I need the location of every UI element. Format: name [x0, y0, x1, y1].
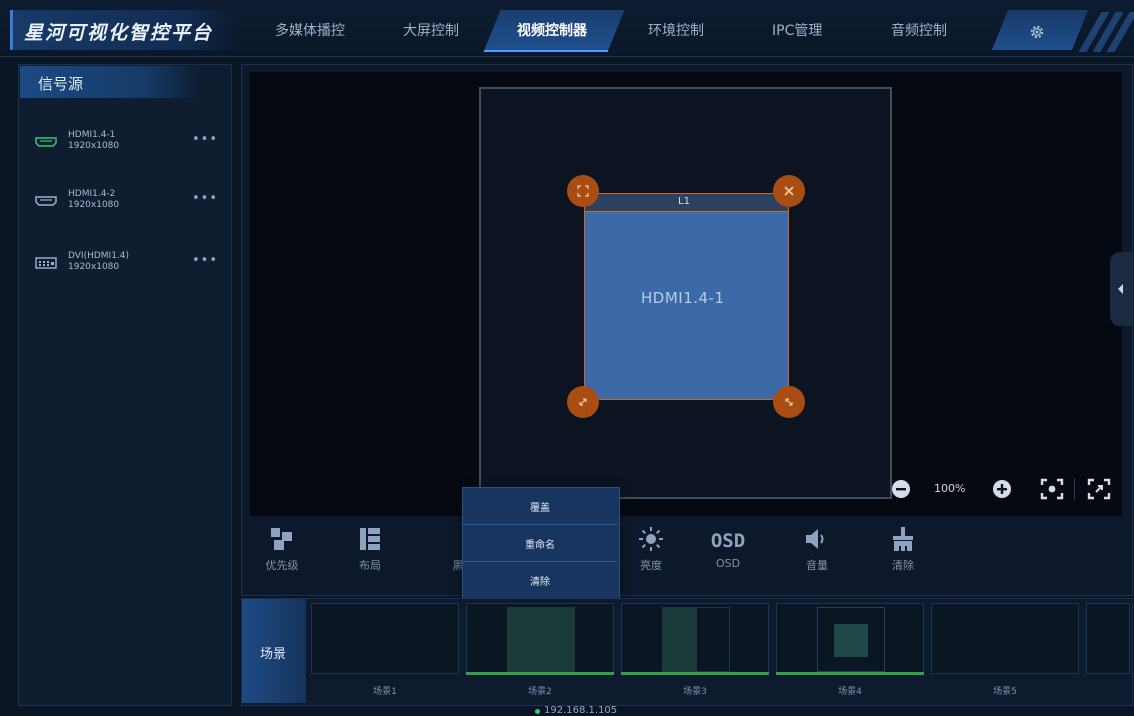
minus-circle-icon [892, 480, 910, 498]
tool-label: 布局 [359, 559, 381, 572]
fit-screen-button[interactable] [1040, 477, 1064, 501]
resize-handle-bottom-right[interactable] [773, 386, 805, 418]
menu-item-clear[interactable]: 清除 [463, 562, 617, 598]
nav-tab-video-controller[interactable]: 视频控制器 [517, 20, 587, 40]
plus-circle-icon [993, 480, 1011, 498]
scene-active-indicator [621, 672, 769, 675]
window-layer-label: L1 [678, 196, 690, 207]
scene-window-preview [507, 607, 575, 672]
panel-title: 信号源 [38, 75, 84, 93]
expand-icon [1087, 478, 1111, 500]
scene-active-indicator [466, 672, 614, 675]
dvi-port-icon [35, 257, 57, 269]
source-item-hdmi-2[interactable]: HDMI1.4-2 1920x1080 ••• [30, 187, 220, 227]
source-resolution: 1920x1080 [68, 141, 120, 151]
more-options-button[interactable]: ••• [192, 253, 218, 268]
tool-label: OSD [715, 557, 741, 570]
more-options-button[interactable]: ••• [192, 191, 218, 206]
scene-thumb-2[interactable] [466, 603, 614, 674]
scene-active-indicator [776, 672, 924, 675]
fullscreen-icon [577, 185, 589, 197]
menu-item-rename[interactable]: 重命名 [463, 525, 617, 561]
zoom-in-button[interactable] [992, 479, 1012, 499]
tool-label: 优先级 [265, 559, 299, 572]
source-name: HDMI1.4-2 [68, 189, 116, 199]
more-options-button[interactable]: ••• [192, 132, 218, 147]
source-item-hdmi-1[interactable]: HDMI1.4-1 1920x1080 ••• [30, 128, 220, 168]
menu-item-overwrite[interactable]: 覆盖 [463, 488, 617, 524]
side-panel-toggle[interactable] [1110, 252, 1132, 326]
nav-tab-multimedia[interactable]: 多媒体播控 [275, 20, 345, 40]
nav-tab-ipc[interactable]: IPC管理 [772, 20, 822, 40]
tool-clear[interactable]: 清除 [871, 522, 935, 574]
tool-brightness[interactable]: 亮度 [619, 522, 683, 574]
close-icon [784, 186, 794, 196]
source-resolution: 1920x1080 [68, 262, 120, 272]
gear-icon[interactable] [1028, 23, 1046, 41]
zoom-out-button[interactable] [891, 479, 911, 499]
brightness-icon [639, 527, 663, 551]
scene-window-preview [834, 624, 868, 657]
tool-priority[interactable]: 优先级 [250, 522, 314, 574]
volume-icon [806, 529, 824, 549]
fullscreen-handle[interactable] [567, 175, 599, 207]
zoom-level: 100% [934, 482, 966, 495]
tool-label: 亮度 [640, 559, 662, 572]
scene-label: 场景4 [838, 687, 862, 697]
online-status-dot [535, 709, 540, 714]
device-ip: 192.168.1.105 [544, 705, 618, 716]
scene-thumb-3[interactable] [621, 603, 769, 674]
nav-tab-audio[interactable]: 音频控制 [891, 20, 947, 40]
scene-thumb-1[interactable] [311, 603, 459, 674]
source-name: HDMI1.4-1 [68, 130, 116, 140]
tool-label: 清除 [892, 559, 914, 572]
layout-icon [360, 528, 380, 550]
source-name: DVI(HDMI1.4) [68, 251, 130, 261]
tool-osd[interactable]: OSD OSD [696, 522, 760, 574]
app-title: 星河可视化智控平台 [24, 22, 214, 44]
scene-label: 场景2 [528, 687, 552, 697]
resize-handle-bottom-left[interactable] [567, 386, 599, 418]
divider [1074, 478, 1075, 500]
tool-layout[interactable]: 布局 [338, 522, 402, 574]
actual-size-button[interactable] [1087, 477, 1111, 501]
scene-label: 场景5 [993, 687, 1017, 697]
osd-icon: OSD [711, 530, 745, 552]
chevron-left-icon [1118, 284, 1123, 294]
scene-window-preview [662, 607, 696, 672]
hdmi-port-icon [35, 137, 57, 147]
tool-volume[interactable]: 音量 [785, 522, 849, 574]
focus-icon [1040, 478, 1064, 500]
scene-window-outline [696, 607, 730, 672]
source-resolution: 1920x1080 [68, 200, 120, 210]
nav-tab-environment[interactable]: 环境控制 [648, 20, 704, 40]
window-source-label: HDMI1.4-1 [641, 289, 725, 307]
scene-label: 场景3 [683, 687, 707, 697]
scene-thumb-6[interactable] [1086, 603, 1130, 674]
clear-icon [893, 527, 913, 551]
resize-icon [785, 398, 793, 406]
priority-icon [271, 528, 292, 550]
scene-label: 场景1 [373, 687, 397, 697]
resize-icon [579, 398, 587, 406]
tool-label: 音量 [806, 559, 828, 572]
close-window-handle[interactable] [773, 175, 805, 207]
scene-thumb-4[interactable] [776, 603, 924, 674]
source-item-dvi[interactable]: DVI(HDMI1.4) 1920x1080 ••• [30, 249, 220, 289]
svg-text:OSD: OSD [711, 530, 745, 552]
hdmi-port-icon [35, 196, 57, 206]
scene-thumb-5[interactable] [931, 603, 1079, 674]
nav-tab-big-screen[interactable]: 大屏控制 [403, 20, 459, 40]
scene-title: 场景 [260, 647, 287, 662]
